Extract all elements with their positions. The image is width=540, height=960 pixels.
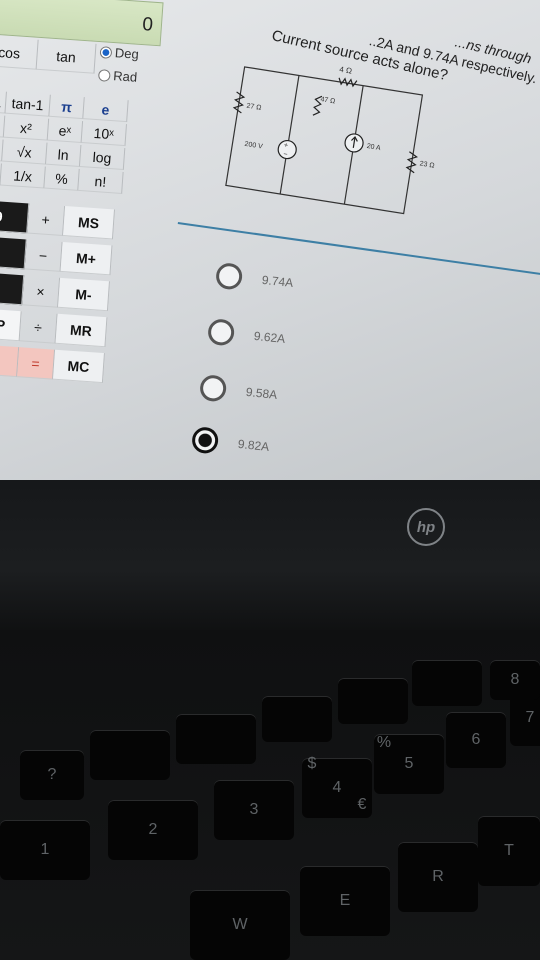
pi-key[interactable]: π (49, 94, 85, 120)
current-source-label: 20 A (366, 143, 381, 152)
answer-option-3-radio[interactable] (198, 374, 228, 403)
square-key[interactable]: x² (3, 115, 50, 141)
keyboard-key-r: R (398, 842, 478, 912)
answer-option-1-label: 9.74A (261, 272, 294, 291)
keyboard-deck: ? 1 2 3 4 5 6 7 8 W E R T $ € % £ (0, 630, 540, 960)
atan-key[interactable]: tan-1 (5, 91, 51, 117)
ln-key[interactable]: ln (45, 142, 82, 167)
keyboard-key-8: 8 (490, 660, 540, 700)
answer-option-3-label: 9.58A (245, 384, 278, 403)
tan-key[interactable]: tan (36, 39, 97, 74)
voltage-branch-wire (279, 75, 300, 195)
keyboard-key-w: W (190, 890, 290, 960)
log-key[interactable]: log (79, 145, 126, 171)
answer-option-4[interactable]: 9.82A (190, 426, 271, 460)
answer-option-1[interactable]: 9.74A (214, 262, 295, 296)
answer-option-4-radio[interactable] (190, 426, 220, 455)
answer-option-2-radio[interactable] (206, 318, 236, 347)
ms-key[interactable]: MS (63, 206, 116, 240)
resistor-27-ohm-label: 27 Ω (246, 103, 262, 112)
laptop-screen: 0 cos tan Deg Rad s-1 tan-1 π e 3 (0, 0, 540, 480)
multiply-key[interactable]: × (22, 275, 61, 308)
keyboard-key-3: 3 (214, 780, 294, 840)
voltage-source-label: 200 V (244, 141, 263, 151)
deg-radio[interactable]: Deg (99, 44, 170, 64)
mr-key[interactable]: MR (55, 313, 108, 348)
resistor-4-ohm-label: 4 Ω (339, 65, 353, 76)
circuit-outer-wire (225, 66, 424, 215)
resistor-4-ohm-symbol (338, 77, 358, 88)
keyboard-key-blank-1 (90, 730, 170, 780)
rad-radio[interactable]: Rad (97, 67, 169, 87)
answer-option-3[interactable]: 9.58A (198, 374, 279, 408)
keyboard-key-2: 2 (108, 800, 198, 860)
minus-key[interactable]: − (24, 239, 63, 272)
digit-3-key[interactable]: 3 (0, 271, 25, 306)
resistor-27-ohm-symbol (232, 91, 246, 114)
factorial-key[interactable]: n! (78, 168, 124, 194)
divide-key[interactable]: ÷ (19, 311, 58, 344)
laptop-bezel (0, 480, 540, 630)
keyboard-key-euro: € (357, 796, 367, 813)
keyboard-key-question: ? (20, 750, 84, 800)
resistor-23-ohm-symbol (405, 151, 418, 174)
rad-radio-dot (97, 68, 111, 82)
mc-key[interactable]: MC (52, 349, 105, 384)
answer-option-2[interactable]: 9.62A (206, 318, 287, 352)
clear-key[interactable]: C (0, 343, 20, 378)
keyboard-key-t: T (478, 816, 540, 886)
keyboard-key-percent: % (376, 734, 392, 751)
rad-label: Rad (112, 68, 138, 85)
keyboard-key-1: 1 (0, 820, 90, 880)
resistor-47-ohm-label: 47 Ω (320, 96, 336, 105)
digit-6-key[interactable]: 6 (0, 235, 27, 270)
deg-label: Deg (114, 45, 140, 62)
keyboard-key-e: E (300, 866, 390, 936)
keyboard-key-blank-3 (262, 696, 332, 742)
reciprocal-key[interactable]: 1/x (0, 163, 46, 189)
answer-option-2-label: 9.62A (253, 328, 286, 347)
m-minus-key[interactable]: M- (58, 277, 110, 312)
resistor-23-ohm-label: 23 Ω (419, 160, 435, 169)
answer-option-1-radio[interactable] (214, 262, 244, 291)
e-key[interactable]: e (83, 97, 129, 123)
deg-radio-dot (99, 45, 113, 59)
keyboard-key-6: 6 (446, 712, 506, 768)
plus-key[interactable]: + (27, 203, 66, 236)
sqrt-key[interactable]: √x (2, 139, 48, 165)
keyboard-key-dollar: $ (307, 755, 317, 772)
keyboard-key-blank-2 (176, 714, 256, 764)
equals-key[interactable]: = (17, 347, 56, 380)
calculator-display-value: 0 (141, 14, 154, 36)
keyboard-key-blank-5 (412, 660, 482, 706)
calculator-panel: 0 cos tan Deg Rad s-1 tan-1 π e 3 (0, 0, 176, 432)
keyboard-key-blank-4 (338, 678, 408, 724)
digit-9-key[interactable]: 9 (0, 199, 30, 234)
ten-power-key[interactable]: 10ˣ (81, 121, 127, 147)
hp-logo: hp (407, 508, 445, 546)
angle-mode-group: Deg Rad (94, 44, 170, 87)
answer-option-4-label: 9.82A (237, 436, 270, 455)
m-plus-key[interactable]: M+ (60, 241, 113, 276)
exp-power-key[interactable]: eˣ (47, 118, 84, 144)
cos-key[interactable]: cos (0, 35, 39, 70)
exp-key[interactable]: EXP (0, 307, 22, 342)
percent-key[interactable]: % (44, 166, 80, 191)
